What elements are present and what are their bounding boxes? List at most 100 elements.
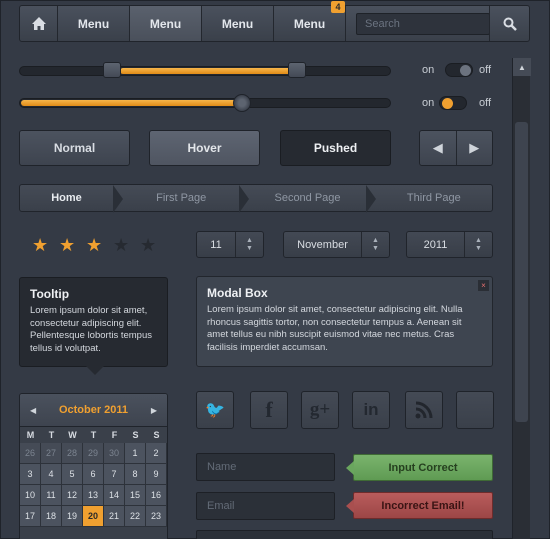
toggle-on-label: on — [422, 97, 435, 109]
rss-button[interactable] — [405, 391, 443, 429]
value-slider-knob[interactable] — [233, 94, 251, 112]
calendar-day[interactable]: 19 — [62, 506, 83, 527]
arrow-left-icon: ◀ — [432, 140, 443, 155]
breadcrumb-separator — [113, 185, 124, 213]
calendar-day[interactable]: 8 — [125, 464, 146, 485]
spinner-arrows-icon[interactable]: ▲ ▼ — [464, 232, 492, 257]
chevron-left-icon[interactable]: ◀ — [30, 406, 36, 415]
nav-menu-label: Menu — [221, 16, 254, 31]
calendar-day[interactable]: 10 — [20, 485, 41, 506]
search-button[interactable] — [489, 6, 529, 41]
nav-menu-item-1[interactable]: Menu — [58, 6, 130, 41]
breadcrumb-second-page[interactable]: Second Page — [249, 185, 365, 211]
scroll-up-icon[interactable]: ▲ — [513, 58, 531, 76]
breadcrumb-third-page[interactable]: Third Page — [376, 185, 492, 211]
nav-home-button[interactable] — [20, 6, 58, 41]
toggle-on-label: on — [422, 64, 435, 76]
star-icon-filled[interactable]: ★ — [86, 235, 102, 256]
pushed-button[interactable]: Pushed — [280, 130, 391, 166]
breadcrumb-first-page[interactable]: First Page — [123, 185, 239, 211]
value-slider-fill — [21, 100, 243, 106]
calendar-day[interactable]: 18 — [41, 506, 62, 527]
day-spinner[interactable]: 11 ▲ ▼ — [196, 231, 264, 258]
hover-button[interactable]: Hover — [149, 130, 260, 166]
calendar-day[interactable]: 9 — [146, 464, 167, 485]
calendar-day[interactable]: 21 — [104, 506, 125, 527]
star-icon-filled[interactable]: ★ — [32, 235, 48, 256]
toggle-switch-2[interactable] — [439, 96, 467, 110]
normal-button[interactable]: Normal — [19, 130, 130, 166]
facebook-button[interactable]: f — [250, 391, 288, 429]
calendar-weekday: F — [111, 430, 118, 440]
range-slider[interactable] — [19, 66, 391, 76]
tooltip-text: Lorem ipsum dolor sit amet, consectetur … — [30, 305, 152, 354]
home-icon — [31, 17, 46, 30]
blank-social-button[interactable] — [456, 391, 494, 429]
toggle-off-label: off — [479, 64, 492, 76]
close-icon[interactable]: × — [478, 280, 489, 291]
chevron-right-icon[interactable]: ▶ — [151, 406, 157, 415]
calendar-day[interactable]: 7 — [104, 464, 125, 485]
twitter-icon: 🐦 — [205, 402, 225, 419]
calendar-day[interactable]: 29 — [83, 443, 104, 464]
spinner-arrows-icon[interactable]: ▲ ▼ — [361, 232, 389, 257]
calendar-day[interactable]: 5 — [62, 464, 83, 485]
calendar-day[interactable]: 26 — [20, 443, 41, 464]
breadcrumb-separator — [365, 185, 376, 213]
next-button[interactable]: ▶ — [455, 131, 493, 165]
day-value: 11 — [210, 238, 222, 251]
name-field[interactable]: Name — [196, 453, 335, 481]
calendar-day[interactable]: 27 — [41, 443, 62, 464]
toggle-switch-1[interactable] — [445, 63, 473, 77]
calendar-weekday: M — [26, 430, 35, 440]
calendar-weekday: W — [68, 430, 77, 440]
calendar-day[interactable]: 15 — [125, 485, 146, 506]
calendar-day[interactable]: 30 — [104, 443, 125, 464]
scrollbar-thumb[interactable] — [515, 122, 528, 422]
calendar-day[interactable]: 28 — [62, 443, 83, 464]
calendar-day[interactable]: 4 — [41, 464, 62, 485]
calendar-day[interactable]: 12 — [62, 485, 83, 506]
month-spinner[interactable]: November ▲ ▼ — [283, 231, 390, 258]
nav-menu-label: Menu — [77, 16, 110, 31]
star-icon-empty[interactable]: ★ — [113, 235, 129, 256]
vertical-scrollbar[interactable]: ▲ — [512, 58, 531, 539]
calendar-day[interactable]: 17 — [20, 506, 41, 527]
range-slider-handle-min[interactable] — [103, 62, 121, 78]
pager-buttons: ◀ ▶ — [419, 130, 493, 166]
ui-kit-canvas: Menu Menu Menu Menu 4 Search on off on o… — [0, 0, 550, 539]
linkedin-button[interactable]: in — [352, 391, 390, 429]
search-input[interactable]: Search — [356, 13, 490, 35]
calendar-day[interactable]: 6 — [83, 464, 104, 485]
calendar-day[interactable]: 13 — [83, 485, 104, 506]
calendar-day-selected[interactable]: 20 — [83, 506, 104, 527]
nav-menu-item-4[interactable]: Menu 4 — [274, 1, 346, 41]
google-plus-button[interactable]: g+ — [301, 391, 339, 429]
modal-text: Lorem ipsum dolor sit amet, consectetur … — [207, 304, 463, 353]
year-spinner[interactable]: 2011 ▲ ▼ — [406, 231, 493, 258]
calendar-day[interactable]: 3 — [20, 464, 41, 485]
breadcrumb-home[interactable]: Home — [20, 185, 113, 211]
star-icon-filled[interactable]: ★ — [59, 235, 75, 256]
star-icon-empty[interactable]: ★ — [140, 235, 156, 256]
calendar-header: ◀ October 2011 ▶ — [20, 394, 167, 427]
calendar-day[interactable]: 1 — [125, 443, 146, 464]
range-slider-handle-max[interactable] — [288, 62, 306, 78]
nav-menu-item-2[interactable]: Menu — [130, 6, 202, 41]
nav-menu-item-3[interactable]: Menu — [202, 6, 274, 41]
success-message: Input Correct — [346, 454, 493, 481]
calendar-day[interactable]: 11 — [41, 485, 62, 506]
calendar-day[interactable]: 16 — [146, 485, 167, 506]
email-field[interactable]: Email — [196, 492, 335, 520]
calendar-day[interactable]: 14 — [104, 485, 125, 506]
prev-button[interactable]: ◀ — [420, 131, 456, 165]
textarea-field[interactable] — [196, 530, 493, 539]
calendar-day[interactable]: 22 — [125, 506, 146, 527]
tooltip: Tooltip Lorem ipsum dolor sit amet, cons… — [19, 277, 168, 375]
calendar-day[interactable]: 23 — [146, 506, 167, 527]
value-slider[interactable] — [19, 98, 391, 108]
year-value: 2011 — [423, 238, 448, 251]
twitter-button[interactable]: 🐦 — [196, 391, 234, 429]
spinner-arrows-icon[interactable]: ▲ ▼ — [235, 232, 263, 257]
calendar-day[interactable]: 2 — [146, 443, 167, 464]
